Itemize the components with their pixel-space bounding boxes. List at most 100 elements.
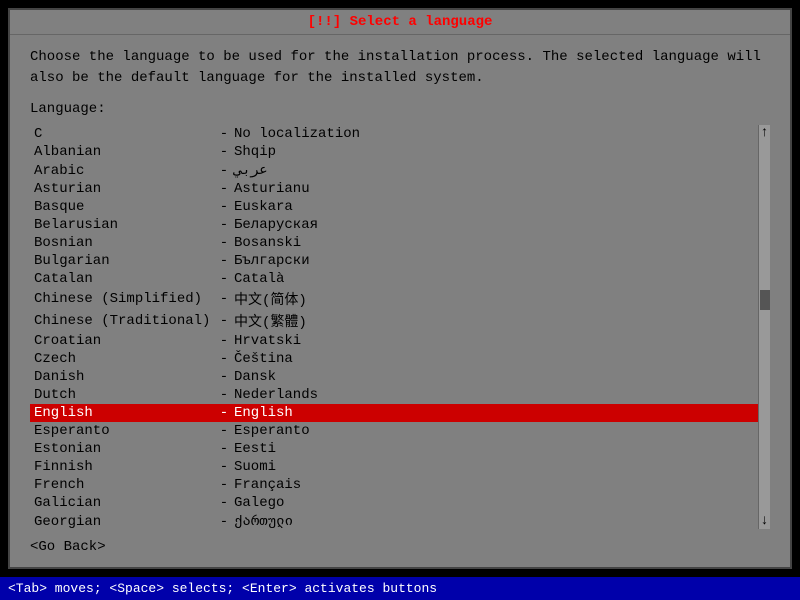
lang-separator: - — [214, 235, 234, 251]
lang-separator: - — [214, 369, 234, 385]
status-text: <Tab> moves; <Space> selects; <Enter> ac… — [8, 581, 437, 596]
lang-name: Eesti — [234, 441, 276, 457]
scrollbar-down-arrow[interactable]: ↓ — [759, 513, 770, 529]
lang-name: Català — [234, 271, 284, 287]
lang-code: French — [34, 477, 214, 493]
lang-name: Euskara — [234, 199, 293, 215]
list-item[interactable]: Estonian-Eesti — [30, 440, 758, 458]
lang-separator: - — [214, 144, 234, 160]
lang-code: Esperanto — [34, 423, 214, 439]
lang-name: Nederlands — [234, 387, 318, 403]
title-text: [!!] Select a language — [308, 14, 493, 30]
list-item[interactable]: Bosnian-Bosanski — [30, 234, 758, 252]
lang-name: Čeština — [234, 351, 293, 367]
list-item[interactable]: Danish-Dansk — [30, 368, 758, 386]
list-item[interactable]: French-Français — [30, 476, 758, 494]
lang-separator: - — [214, 351, 234, 367]
status-bar: <Tab> moves; <Space> selects; <Enter> ac… — [0, 577, 800, 600]
lang-code: Asturian — [34, 181, 214, 197]
lang-name: Asturianu — [234, 181, 310, 197]
content-area: Choose the language to be used for the i… — [10, 35, 790, 567]
lang-code: Catalan — [34, 271, 214, 287]
lang-code: Georgian — [34, 514, 214, 530]
list-item[interactable]: Finnish-Suomi — [30, 458, 758, 476]
lang-code: Danish — [34, 369, 214, 385]
description-text: Choose the language to be used for the i… — [30, 47, 770, 89]
lang-code: Chinese (Traditional) — [34, 313, 214, 329]
lang-separator: - — [214, 181, 234, 197]
list-item[interactable]: English-English — [30, 404, 758, 422]
list-item[interactable]: Arabic-عربي — [30, 161, 758, 180]
list-item[interactable]: Albanian-Shqip — [30, 143, 758, 161]
lang-name: Български — [234, 253, 310, 269]
lang-name: ქართული — [234, 513, 293, 529]
lang-separator: - — [214, 333, 234, 349]
lang-name: 中文(繁體) — [234, 311, 307, 331]
scrollbar[interactable]: ↑ ↓ — [758, 125, 770, 529]
list-item[interactable]: Croatian-Hrvatski — [30, 332, 758, 350]
lang-code: Dutch — [34, 387, 214, 403]
list-item[interactable]: Dutch-Nederlands — [30, 386, 758, 404]
lang-name: Shqip — [234, 144, 276, 160]
lang-separator: - — [214, 253, 234, 269]
lang-separator: - — [214, 441, 234, 457]
lang-code: Estonian — [34, 441, 214, 457]
lang-name: No localization — [234, 126, 360, 142]
list-item[interactable]: C-No localization — [30, 125, 758, 143]
scrollbar-up-arrow[interactable]: ↑ — [759, 125, 770, 141]
lang-separator: - — [214, 313, 234, 329]
lang-code: Chinese (Simplified) — [34, 291, 214, 307]
list-item[interactable]: Asturian-Asturianu — [30, 180, 758, 198]
lang-name: Беларуская — [234, 217, 318, 233]
list-item[interactable]: Belarusian-Беларуская — [30, 216, 758, 234]
lang-code: Belarusian — [34, 217, 214, 233]
lang-separator: - — [214, 126, 234, 142]
lang-code: Basque — [34, 199, 214, 215]
list-item[interactable]: Catalan-Català — [30, 270, 758, 288]
go-back-button[interactable]: <Go Back> — [30, 539, 770, 555]
lang-name: Suomi — [234, 459, 276, 475]
lang-separator: - — [214, 495, 234, 511]
language-label: Language: — [30, 101, 770, 117]
lang-name: English — [234, 405, 293, 421]
lang-separator: - — [214, 459, 234, 475]
lang-name: 中文(简体) — [234, 289, 307, 309]
lang-separator: - — [214, 423, 234, 439]
lang-separator: - — [214, 199, 234, 215]
lang-separator: - — [214, 163, 234, 179]
list-item[interactable]: Galician-Galego — [30, 494, 758, 512]
language-list[interactable]: C-No localizationAlbanian-ShqipArabic-عر… — [30, 125, 758, 529]
list-item[interactable]: Esperanto-Esperanto — [30, 422, 758, 440]
lang-code: Albanian — [34, 144, 214, 160]
lang-code: Croatian — [34, 333, 214, 349]
main-window: [!!] Select a language Choose the langua… — [8, 8, 792, 569]
list-item[interactable]: Basque-Euskara — [30, 198, 758, 216]
lang-separator: - — [214, 477, 234, 493]
list-item[interactable]: Bulgarian-Български — [30, 252, 758, 270]
list-item[interactable]: Chinese (Traditional)-中文(繁體) — [30, 310, 758, 332]
lang-code: Bulgarian — [34, 253, 214, 269]
lang-code: C — [34, 126, 214, 142]
lang-separator: - — [214, 291, 234, 307]
list-item[interactable]: Czech-Čeština — [30, 350, 758, 368]
lang-code: Arabic — [34, 163, 214, 179]
scrollbar-thumb[interactable] — [760, 290, 770, 310]
title-bar: [!!] Select a language — [10, 10, 790, 35]
lang-code: Czech — [34, 351, 214, 367]
lang-separator: - — [214, 514, 234, 530]
lang-name: Hrvatski — [234, 333, 301, 349]
lang-separator: - — [214, 271, 234, 287]
lang-name: Galego — [234, 495, 284, 511]
lang-name: عربي — [234, 162, 268, 179]
lang-code: English — [34, 405, 214, 421]
list-item[interactable]: Chinese (Simplified)-中文(简体) — [30, 288, 758, 310]
scrollbar-track — [759, 141, 770, 513]
lang-name: Français — [234, 477, 301, 493]
lang-code: Finnish — [34, 459, 214, 475]
lang-name: Dansk — [234, 369, 276, 385]
lang-name: Bosanski — [234, 235, 301, 251]
lang-code: Galician — [34, 495, 214, 511]
lang-separator: - — [214, 217, 234, 233]
list-container: C-No localizationAlbanian-ShqipArabic-عر… — [30, 125, 770, 529]
list-item[interactable]: Georgian-ქართული — [30, 512, 758, 529]
